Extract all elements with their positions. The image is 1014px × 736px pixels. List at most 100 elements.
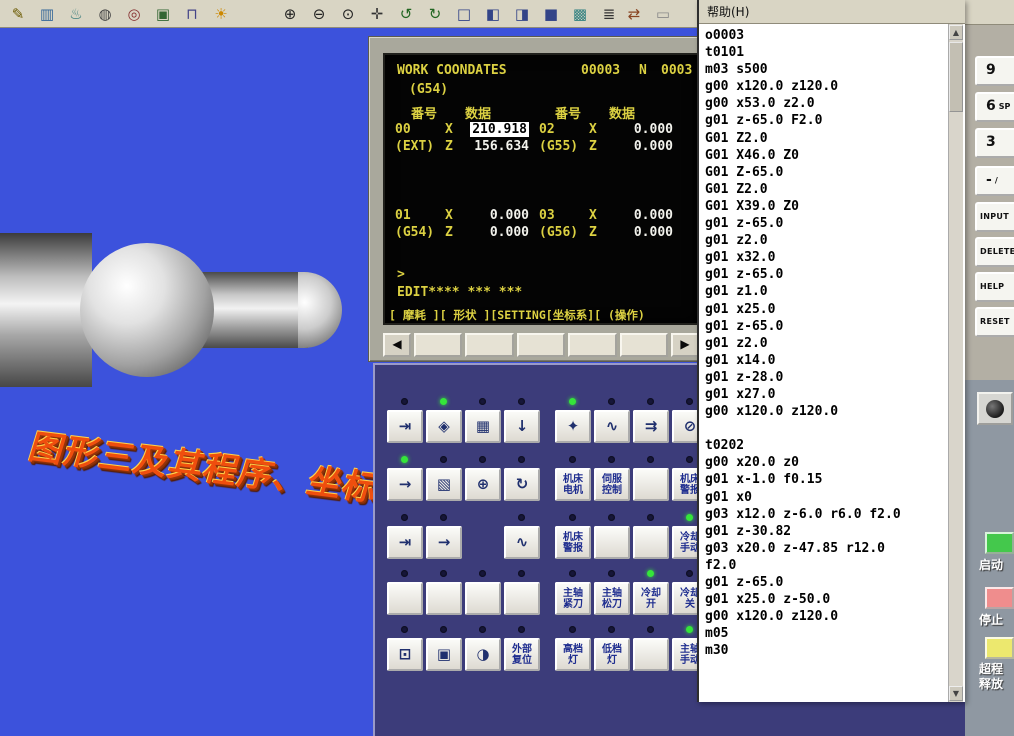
wcs-entry-01: 01X0.000 (G54)Z0.000 (395, 207, 529, 241)
measure-icon[interactable]: ♨ (64, 3, 88, 25)
panel-button-right-r4c2[interactable] (633, 638, 669, 671)
panel-button-right-r1c2[interactable] (633, 468, 669, 501)
panel-button-left-r0c1[interactable]: ◈ (426, 410, 462, 443)
button-led (608, 626, 615, 633)
button-led (401, 398, 408, 405)
softkey-4[interactable] (568, 333, 616, 357)
servo-control-button[interactable]: 伺服控制 (594, 468, 630, 501)
list-view-icon[interactable]: ≣ (597, 3, 621, 25)
panel-button-right-r2c2[interactable] (633, 526, 669, 559)
program-line: g01 z-65.0 (705, 319, 947, 336)
pan-icon[interactable]: ✛ (365, 3, 389, 25)
low-gear-lamp-button[interactable]: 低档灯 (594, 638, 630, 671)
stop-button[interactable] (985, 587, 1014, 609)
machine-alarm-button-2[interactable]: 机床警报 (555, 526, 591, 559)
external-reset-button[interactable]: 外部复位 (504, 638, 540, 671)
panel-button-right-r0c0[interactable]: ✦ (555, 410, 591, 443)
panel-button-left-r1c3[interactable]: ↻ (504, 468, 540, 501)
view-solid-icon[interactable]: ■ (539, 3, 563, 25)
view-rendered-icon[interactable]: ▩ (568, 3, 592, 25)
mdi-key-6[interactable]: 6SP (975, 92, 1014, 122)
softkey-page-right[interactable]: ▶ (671, 333, 699, 357)
panel-button-left-r0c2[interactable]: ▦ (465, 410, 501, 443)
mdi-key-input[interactable]: INPUT (975, 202, 1014, 232)
panel-button-left-r1c1[interactable]: ▧ (426, 468, 462, 501)
panel-button-right-r0c2[interactable]: ⇉ (633, 410, 669, 443)
panel-button-left-r1c2[interactable]: ⊕ (465, 468, 501, 501)
extra-tool-icon[interactable]: ▭ (651, 3, 675, 25)
view-shaded-icon[interactable]: ◨ (510, 3, 534, 25)
mdi-key-3[interactable]: 3 (975, 128, 1014, 158)
wcs-x-value: 0.000 (463, 208, 529, 223)
scroll-up-icon[interactable]: ▲ (949, 25, 963, 40)
view-wireframe-icon[interactable]: □ (452, 3, 476, 25)
wcs-x-value-selected[interactable]: 210.918 (470, 122, 529, 137)
panel-button-left-r4c1[interactable]: ▣ (426, 638, 462, 671)
zoom-in-icon[interactable]: ⊕ (278, 3, 302, 25)
panel-button-right-r0c1[interactable]: ∿ (594, 410, 630, 443)
mdi-key--[interactable]: -/ (975, 166, 1014, 196)
brightness-icon[interactable]: ☀ (209, 3, 233, 25)
stop-label: 停止 (968, 611, 1014, 628)
panel-button-left-r4c0[interactable]: ⊡ (387, 638, 423, 671)
scroll-down-icon[interactable]: ▼ (949, 686, 963, 701)
panel-button-right-r2c1[interactable] (594, 526, 630, 559)
draw-icon[interactable]: ✎ (6, 3, 30, 25)
softkey-page-left[interactable]: ◀ (383, 333, 411, 357)
find-icon[interactable]: ◍ (93, 3, 117, 25)
softkey-5[interactable] (620, 333, 668, 357)
mdi-key-delete[interactable]: DELETE (975, 237, 1014, 267)
program-line: g01 x14.0 (705, 353, 947, 370)
zoom-out-icon[interactable]: ⊖ (307, 3, 331, 25)
rotate-right-icon[interactable]: ↻ (423, 3, 447, 25)
start-button[interactable] (985, 532, 1014, 554)
coolant-on-button[interactable]: 冷却开 (633, 582, 669, 615)
spindle-clamp-button[interactable]: 主轴紧刀 (555, 582, 591, 615)
panel-button-left-r1c0[interactable]: → (387, 468, 423, 501)
mdi-key-reset[interactable]: RESET (975, 307, 1014, 337)
scroll-thumb[interactable] (949, 42, 963, 112)
program-line: g01 z2.0 (705, 336, 947, 353)
wcs-number: 02 (539, 122, 589, 137)
mode-status-line: EDIT**** *** *** (397, 285, 522, 300)
target-icon[interactable]: ◎ (122, 3, 146, 25)
button-led (608, 514, 615, 521)
softkey-3[interactable] (517, 333, 565, 357)
plot-icon[interactable]: ▥ (35, 3, 59, 25)
panel-button-left-r2c1[interactable]: → (426, 526, 462, 559)
high-gear-lamp-button[interactable]: 高档灯 (555, 638, 591, 671)
panel-button-left-r0c3[interactable]: ↓ (504, 410, 540, 443)
wcs-name: (G56) (539, 225, 589, 240)
overtravel-label-2: 释放 (968, 675, 1014, 692)
help-menu[interactable]: 帮助(H) (707, 5, 749, 19)
wcs-z-value: 0.000 (607, 225, 673, 240)
view-hidden-line-icon[interactable]: ◧ (481, 3, 505, 25)
mdi-keypad: 9 6SP 3 -/ INPUT DELETE HELP RESET (965, 0, 1014, 380)
swap-view-icon[interactable]: ⇄ (622, 3, 646, 25)
panel-button-left-r3c1[interactable] (426, 582, 462, 615)
button-led (569, 456, 576, 463)
machine-motor-button[interactable]: 机床电机 (555, 468, 591, 501)
panel-button-left-r3c0[interactable] (387, 582, 423, 615)
overtravel-release-button[interactable] (985, 637, 1014, 659)
mdi-key-9[interactable]: 9 (975, 56, 1014, 86)
panel-button-left-r3c3[interactable] (504, 582, 540, 615)
softkey-2[interactable] (465, 333, 513, 357)
softkey-1[interactable] (414, 333, 462, 357)
transform-box-icon[interactable]: ▣ (151, 3, 175, 25)
zoom-window-icon[interactable]: ⊙ (336, 3, 360, 25)
wcs-number: 03 (539, 208, 589, 223)
cnc-screen: WORK COONDATES 00003 N 0003 (G54) 番号 数据 … (383, 53, 699, 325)
panel-button-left-r0c0[interactable]: ⇥ (387, 410, 423, 443)
program-line: G01 Z2.0 (705, 131, 947, 148)
panel-button-left-r4c2[interactable]: ◑ (465, 638, 501, 671)
panel-button-left-r2c3[interactable]: ∿ (504, 526, 540, 559)
spindle-unclamp-button[interactable]: 主轴松刀 (594, 582, 630, 615)
clamp-icon[interactable]: ⊓ (180, 3, 204, 25)
panel-button-left-r3c2[interactable] (465, 582, 501, 615)
scrollbar[interactable]: ▲ ▼ (948, 24, 963, 702)
button-led (569, 626, 576, 633)
rotate-left-icon[interactable]: ↺ (394, 3, 418, 25)
mdi-key-help[interactable]: HELP (975, 272, 1014, 302)
panel-button-left-r2c0[interactable]: ⇥ (387, 526, 423, 559)
